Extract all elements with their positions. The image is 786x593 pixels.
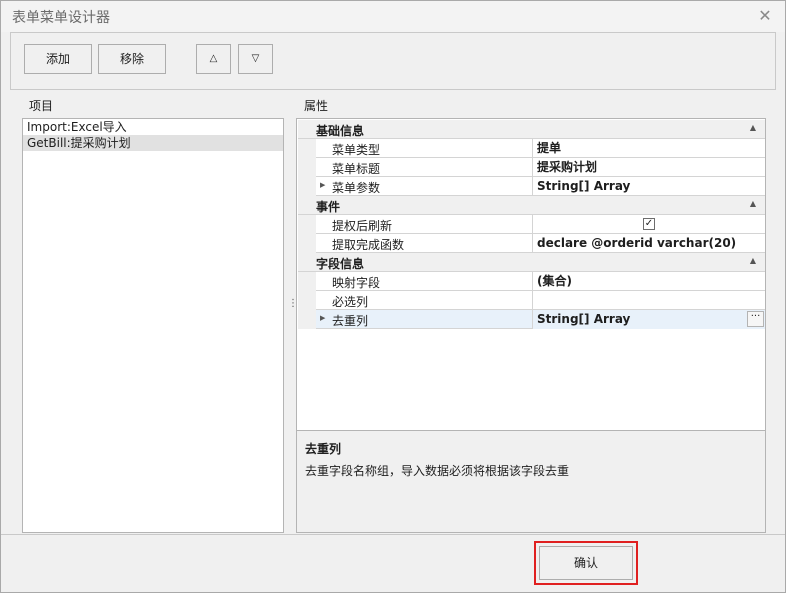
- collapse-icon[interactable]: ▲: [750, 123, 756, 132]
- property-value-text: String[] Array: [537, 312, 631, 326]
- property-name: 菜单标题: [332, 162, 381, 176]
- form-menu-designer-window: 表单菜单设计器 ✕ 添加 移除 △ ▽ 项目 属性 Import:Excel导入…: [0, 0, 786, 593]
- close-icon[interactable]: ✕: [755, 6, 775, 26]
- panel-splitter[interactable]: ⋮: [288, 299, 298, 317]
- property-name: 菜单类型: [332, 143, 381, 157]
- confirm-button-highlight: 确认: [534, 541, 638, 585]
- row-gutter: [298, 177, 316, 196]
- property-value[interactable]: 提单: [532, 139, 765, 158]
- collapse-icon[interactable]: ▲: [750, 256, 756, 265]
- row-gutter: [298, 234, 316, 253]
- property-value[interactable]: ✓: [532, 215, 765, 234]
- description-panel: 去重列 去重字段名称组，导入数据必须将根据该字段去重: [296, 430, 766, 533]
- property-row[interactable]: 菜单类型 提单: [298, 139, 765, 158]
- property-row[interactable]: ▶ 菜单参数 String[] Array: [298, 177, 765, 196]
- row-gutter: [298, 139, 316, 158]
- add-button[interactable]: 添加: [24, 44, 92, 74]
- property-value[interactable]: String[] Array: [532, 177, 765, 196]
- items-listbox[interactable]: Import:Excel导入 GetBill:提采购计划: [22, 118, 284, 533]
- property-value[interactable]: (集合): [532, 272, 765, 291]
- title-bar: 表单菜单设计器 ✕: [1, 1, 785, 32]
- property-name: 必选列: [332, 295, 369, 309]
- property-name: 映射字段: [332, 276, 381, 290]
- row-gutter: [298, 291, 316, 310]
- row-gutter: [298, 310, 316, 329]
- category-label: 字段信息: [316, 257, 365, 271]
- description-text: 去重字段名称组，导入数据必须将根据该字段去重: [305, 464, 570, 478]
- property-name: 菜单参数: [332, 181, 381, 195]
- property-value[interactable]: [532, 291, 765, 310]
- description-title: 去重列: [305, 442, 342, 456]
- list-item[interactable]: GetBill:提采购计划: [23, 135, 283, 151]
- properties-label: 属性: [304, 99, 329, 113]
- category-field-info[interactable]: 字段信息 ▲: [298, 253, 765, 272]
- property-name: 提权后刷新: [332, 219, 393, 233]
- move-down-button[interactable]: ▽: [238, 44, 273, 74]
- ellipsis-button[interactable]: ···: [747, 311, 764, 327]
- property-row-selected[interactable]: ▶ 去重列 String[] Array ···: [298, 310, 765, 329]
- property-row[interactable]: 提取完成函数 declare @orderid varchar(20): [298, 234, 765, 253]
- row-gutter: [298, 158, 316, 177]
- category-label: 事件: [316, 200, 341, 214]
- toolbar: 添加 移除 △ ▽: [10, 32, 776, 90]
- property-row[interactable]: 必选列: [298, 291, 765, 310]
- move-up-button[interactable]: △: [196, 44, 231, 74]
- category-events[interactable]: 事件 ▲: [298, 196, 765, 215]
- expand-icon[interactable]: ▶: [320, 181, 325, 189]
- row-gutter: [298, 272, 316, 291]
- property-name: 提取完成函数: [332, 238, 405, 252]
- remove-button[interactable]: 移除: [98, 44, 166, 74]
- property-name: 去重列: [332, 314, 369, 328]
- property-value[interactable]: String[] Array ···: [532, 310, 765, 329]
- category-label: 基础信息: [316, 124, 365, 138]
- property-row[interactable]: 提权后刷新 ✓: [298, 215, 765, 234]
- category-basic-info[interactable]: 基础信息 ▲: [298, 120, 765, 139]
- property-row[interactable]: 映射字段 (集合): [298, 272, 765, 291]
- property-grid[interactable]: 基础信息 ▲ 菜单类型 提单 菜单标题 提采购计划 ▶ 菜单参数 String[…: [296, 118, 766, 431]
- property-value[interactable]: 提采购计划: [532, 158, 765, 177]
- items-label: 项目: [29, 99, 54, 113]
- property-value[interactable]: declare @orderid varchar(20): [532, 234, 765, 253]
- move-up-icon: △: [209, 53, 218, 64]
- collapse-icon[interactable]: ▲: [750, 199, 756, 208]
- move-down-icon: ▽: [251, 53, 260, 64]
- footer-divider: [1, 534, 785, 535]
- refresh-checkbox[interactable]: ✓: [643, 218, 655, 230]
- list-item[interactable]: Import:Excel导入: [23, 119, 283, 135]
- confirm-button[interactable]: 确认: [539, 546, 633, 580]
- window-title: 表单菜单设计器: [12, 10, 110, 26]
- row-gutter: [298, 215, 316, 234]
- expand-icon[interactable]: ▶: [320, 314, 325, 322]
- property-row[interactable]: 菜单标题 提采购计划: [298, 158, 765, 177]
